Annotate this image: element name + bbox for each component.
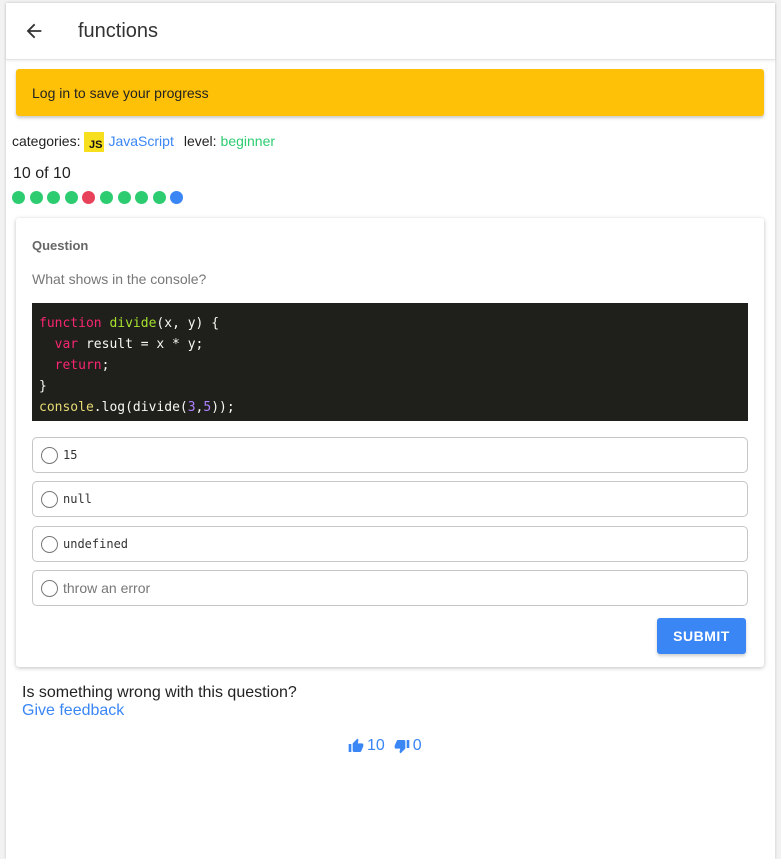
question-meta: categories: JS JavaScript level: beginne… [12,131,276,152]
app-window: functions Log in to save your progress c… [6,3,775,859]
thumbs-down-icon [394,740,410,754]
top-app-bar: functions [6,3,775,60]
progress-dot-7[interactable] [117,191,131,204]
arrow-left-icon [26,23,42,39]
code-token: ; [101,358,110,373]
report-question-text: Is something wrong with this question? [22,684,297,701]
progress-dot-2[interactable] [29,191,43,204]
code-token: 3 [187,400,196,415]
code-block: function divide(x, y) { var result = x *… [32,303,748,421]
submit-button[interactable]: SUBMIT [657,618,746,654]
answer-option-label: undefined [63,537,129,551]
answer-option-label: 15 [63,448,78,462]
progress-dots [12,191,188,204]
progress-dot-4[interactable] [64,191,78,204]
progress-counter: 10 of 10 [13,165,71,182]
downvote-button[interactable]: 0 [394,737,422,755]
radio-button[interactable] [41,446,58,464]
categories-label: categories: [12,133,81,149]
progress-dot-3[interactable] [47,191,61,204]
login-banner-text: Log in to save your progress [32,84,209,101]
level-value[interactable]: beginner [221,133,276,149]
vote-bar: 10 0 [348,737,431,755]
login-banner[interactable]: Log in to save your progress [16,69,764,116]
javascript-logo-icon: JS [84,132,105,152]
code-token: result = x * y; [78,337,204,352]
category-link[interactable]: JavaScript [108,133,173,149]
back-button[interactable] [6,3,62,59]
answer-option-null[interactable]: null [32,481,748,517]
thumbs-up-icon [348,738,364,752]
radio-button[interactable] [41,579,58,597]
answer-option-undefined[interactable]: undefined [32,526,748,562]
code-token: .log(divide( [93,400,188,415]
js-badge-text: JS [89,139,103,151]
question-heading: Question [32,238,89,253]
code-token: return [54,358,102,373]
level-label: level: [183,133,217,149]
page-title: functions [78,19,159,42]
answer-option-label: null [63,492,92,506]
progress-dot-10[interactable] [170,191,184,204]
answer-option-15[interactable]: 15 [32,437,748,473]
progress-dot-9[interactable] [152,191,166,204]
progress-dot-8[interactable] [135,191,149,204]
progress-dot-1[interactable] [12,191,25,204]
progress-dot-5[interactable] [82,191,96,204]
code-token: )); [211,400,235,415]
downvote-count: 0 [412,737,422,754]
question-prompt: What shows in the console? [32,271,207,287]
code-token: console [39,400,94,415]
question-card: Question What shows in the console? func… [16,218,764,667]
radio-button[interactable] [41,490,58,508]
give-feedback-link[interactable]: Give feedback [22,702,124,720]
code-token: } [39,379,47,394]
code-token: (x, y) { [156,316,220,331]
code-token: var [54,337,79,352]
answer-option-throw-error[interactable]: throw an error [32,570,748,606]
code-token: divide [109,316,157,331]
progress-dot-6[interactable] [99,191,113,204]
radio-button[interactable] [41,535,58,553]
answer-option-label: throw an error [63,580,151,596]
code-token: function [39,316,102,331]
upvote-button[interactable]: 10 [348,737,385,755]
upvote-count: 10 [367,737,385,754]
